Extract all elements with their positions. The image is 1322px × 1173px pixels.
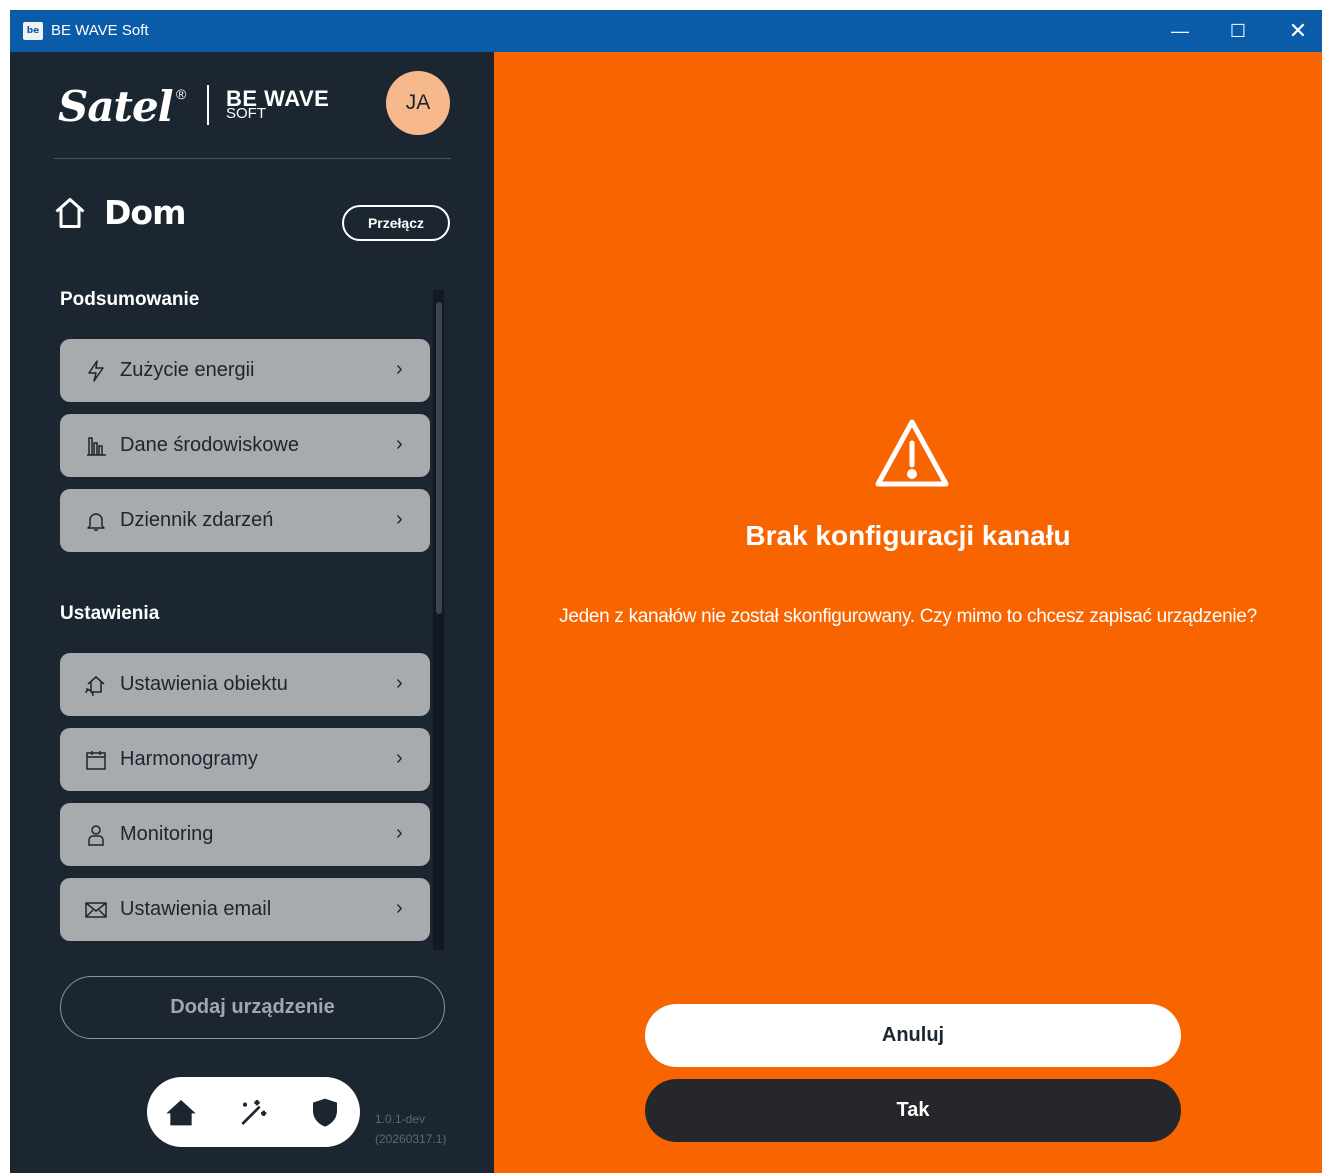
menu-item-schedules[interactable]: Harmonogramy › — [60, 728, 430, 791]
menu-item-monitoring[interactable]: Monitoring › — [60, 803, 430, 866]
app-window: be BE WAVE Soft — ☐ ✕ Satel ® BE WAVE SO… — [10, 10, 1322, 1173]
app-version: 1.0.1-dev (20260317.1) — [375, 1109, 446, 1149]
menu-item-label: Dane środowiskowe — [120, 434, 299, 456]
cancel-button[interactable]: Anuluj — [645, 1004, 1181, 1067]
menu-item-label: Dziennik zdarzeń — [120, 509, 274, 531]
scrollbar-thumb[interactable] — [436, 302, 442, 614]
menu-item-label: Ustawienia obiektu — [120, 673, 288, 695]
person-icon — [88, 825, 104, 846]
chevron-right-icon: › — [396, 672, 403, 694]
satel-logo-mark: ® — [176, 86, 187, 102]
add-device-button[interactable]: Dodaj urządzenie — [60, 976, 445, 1039]
home-title: Dom — [104, 193, 186, 232]
version-number: 1.0.1-dev — [375, 1112, 426, 1126]
switch-home-button[interactable]: Przełącz — [342, 205, 450, 241]
menu-item-label: Zużycie energii — [120, 359, 255, 381]
chevron-right-icon: › — [396, 897, 403, 919]
chart-bars-icon — [87, 437, 106, 456]
bewave-logo-line2: SOFT — [226, 105, 266, 122]
header-divider — [54, 158, 451, 159]
app-logo-icon: be — [23, 22, 43, 40]
dialog-panel: Brak konfiguracji kanału Jeden z kanałów… — [494, 52, 1322, 1173]
menu-item-energy-usage[interactable]: Zużycie energii › — [60, 339, 430, 402]
menu-item-environment-data[interactable]: Dane środowiskowe › — [60, 414, 430, 477]
menu-item-event-log[interactable]: Dziennik zdarzeń › — [60, 489, 430, 552]
dialog-title: Brak konfiguracji kanału — [745, 520, 1071, 551]
sidebar: Satel ® BE WAVE SOFT JA Dom Przełącz Pod… — [10, 52, 494, 1173]
chevron-right-icon: › — [396, 358, 403, 380]
chevron-right-icon: › — [396, 747, 403, 769]
close-button[interactable]: ✕ — [1268, 10, 1322, 52]
lightning-icon — [88, 360, 104, 382]
logo-divider — [207, 85, 209, 125]
envelope-icon — [85, 902, 107, 918]
confirm-button[interactable]: Tak — [645, 1079, 1181, 1142]
bottom-nav — [147, 1077, 360, 1147]
menu-item-label: Ustawienia email — [120, 898, 272, 920]
user-avatar[interactable]: JA — [386, 71, 450, 135]
warning-icon — [875, 419, 949, 487]
version-build: (20260317.1) — [375, 1132, 447, 1146]
maximize-button[interactable]: ☐ — [1208, 10, 1268, 52]
menu-item-email-settings[interactable]: Ustawienia email › — [60, 878, 430, 941]
menu-item-label: Monitoring — [120, 823, 214, 845]
house-wifi-icon — [85, 676, 105, 697]
menu-item-label: Harmonogramy — [120, 748, 258, 770]
home-icon[interactable] — [165, 1096, 197, 1128]
summary-section-title: Podsumowanie — [60, 289, 200, 310]
title-bar: be BE WAVE Soft — ☐ ✕ — [10, 10, 1322, 52]
chevron-right-icon: › — [396, 508, 403, 530]
chevron-right-icon: › — [396, 822, 403, 844]
shield-icon[interactable] — [309, 1096, 341, 1128]
minimize-button[interactable]: — — [1150, 10, 1210, 52]
menu-item-object-settings[interactable]: Ustawienia obiektu › — [60, 653, 430, 716]
dialog-message: Jeden z kanałów nie został skonfigurowan… — [559, 606, 1257, 627]
chevron-right-icon: › — [396, 433, 403, 455]
house-icon — [55, 198, 85, 228]
settings-section-title: Ustawienia — [60, 603, 160, 624]
calendar-icon — [86, 751, 106, 770]
window-title: BE WAVE Soft — [51, 22, 149, 39]
magic-wand-icon[interactable] — [237, 1096, 269, 1128]
satel-logo: Satel — [58, 82, 174, 131]
bell-icon — [87, 513, 105, 531]
